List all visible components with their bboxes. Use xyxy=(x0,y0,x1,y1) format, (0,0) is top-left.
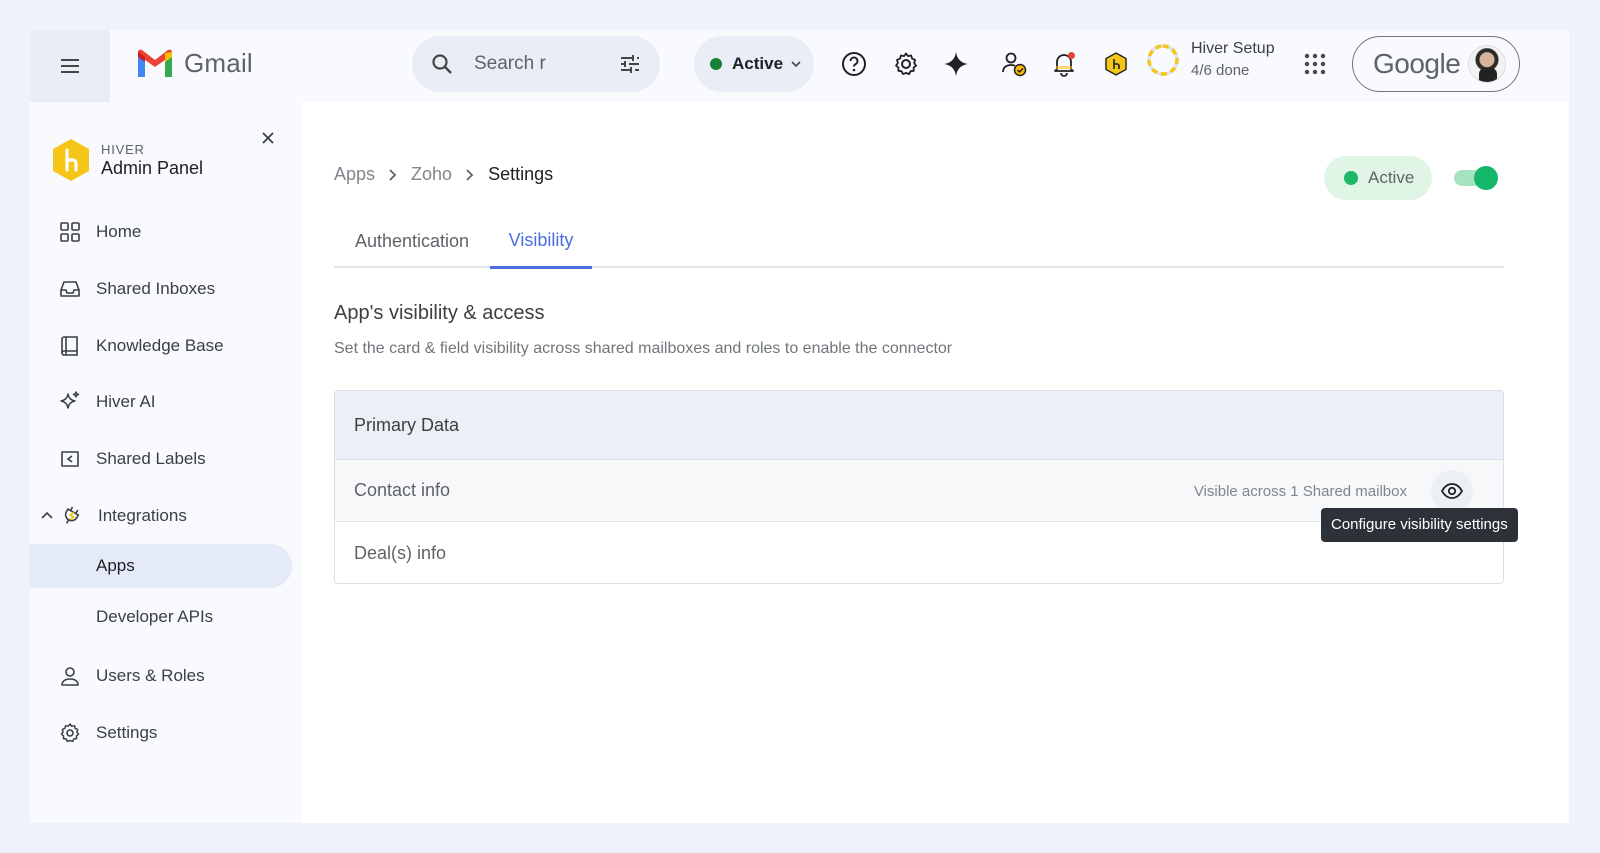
sparkle-icon xyxy=(944,52,968,76)
breadcrumb: Apps Zoho Settings xyxy=(334,164,553,185)
gmail-logo[interactable]: Gmail xyxy=(136,48,253,79)
avatar xyxy=(1468,45,1507,83)
book-icon xyxy=(61,336,78,356)
app-active-toggle[interactable] xyxy=(1454,166,1500,190)
status-badge: Active xyxy=(1324,156,1432,200)
hiver-setup-progress[interactable]: Hiver Setup 4/6 done xyxy=(1145,40,1275,79)
primary-data-card: Primary Data Contact info Visible across… xyxy=(334,390,1504,584)
status-badge-label: Active xyxy=(1368,168,1415,187)
breadcrumb-zoho[interactable]: Zoho xyxy=(411,164,452,185)
sidebar-item-integrations[interactable]: Integrations xyxy=(30,494,292,538)
tab-authentication[interactable]: Authentication xyxy=(334,214,490,268)
sidebar-item-label: Hiver AI xyxy=(96,392,156,411)
tab-visibility[interactable]: Visibility xyxy=(490,214,592,269)
gemini-button[interactable] xyxy=(936,44,976,84)
sidebar-item-home[interactable]: Home xyxy=(30,210,292,254)
hiver-button[interactable] xyxy=(1096,44,1136,84)
search-icon xyxy=(432,54,452,74)
main-menu-button[interactable] xyxy=(30,30,110,102)
user-icon xyxy=(61,667,79,686)
google-wordmark: Google xyxy=(1373,48,1461,79)
toggle-knob xyxy=(1474,166,1498,190)
progress-ring-icon xyxy=(1147,43,1179,76)
sidebar-item-label: Home xyxy=(96,222,142,241)
help-icon xyxy=(842,52,866,76)
sidebar-item-users-roles[interactable]: Users & Roles xyxy=(30,654,292,698)
row-label: Deal(s) info xyxy=(354,542,447,563)
status-label: Active xyxy=(732,54,784,73)
status-dropdown[interactable]: Active xyxy=(694,36,814,92)
eye-icon xyxy=(1440,483,1464,499)
search-bar[interactable]: Search r xyxy=(412,36,660,92)
google-account-button[interactable]: Google xyxy=(1352,36,1520,92)
status-dot xyxy=(1344,171,1358,185)
search-options-button[interactable] xyxy=(618,52,642,76)
bell-icon xyxy=(1054,52,1075,77)
panel-title: Admin Panel xyxy=(101,157,204,178)
grid-icon xyxy=(60,222,80,242)
close-panel-button[interactable] xyxy=(256,126,280,150)
label-icon xyxy=(61,451,79,467)
search-input[interactable]: Search r xyxy=(474,53,548,75)
app-window: Gmail Search r Active Hiver Setup 4/6 do… xyxy=(30,30,1569,823)
user-check-icon xyxy=(1002,52,1027,77)
sidebar-item-label: Developer APIs xyxy=(96,607,214,626)
admin-sidebar: HIVER Admin Panel Home Shared Inboxes Kn… xyxy=(30,102,302,823)
sidebar-item-label: Integrations xyxy=(98,506,187,525)
gear-icon xyxy=(60,723,80,743)
sidebar-item-settings[interactable]: Settings xyxy=(30,711,292,755)
plug-icon xyxy=(64,506,80,524)
sidebar-item-label: Shared Labels xyxy=(96,449,206,468)
brand-label: HIVER xyxy=(101,141,145,157)
apps-grid-icon xyxy=(1304,53,1326,75)
hiver-brand: HIVER Admin Panel xyxy=(51,138,203,182)
sidebar-item-hiver-ai[interactable]: Hiver AI xyxy=(30,380,292,424)
gear-icon xyxy=(895,52,917,75)
section-title: App's visibility & access xyxy=(334,302,545,324)
visibility-summary: Visible across 1 Shared mailbox xyxy=(1193,482,1407,500)
configure-visibility-button[interactable] xyxy=(1431,470,1473,512)
chevron-up-icon xyxy=(41,511,53,519)
gmail-top-bar: Gmail Search r Active Hiver Setup 4/6 do… xyxy=(30,30,1569,102)
chevron-right-icon xyxy=(466,168,474,181)
row-label: Contact info xyxy=(354,480,451,500)
notifications-button[interactable] xyxy=(1044,44,1084,84)
help-button[interactable] xyxy=(834,44,874,84)
setup-progress-text: 4/6 done xyxy=(1191,62,1250,79)
tune-icon xyxy=(621,55,639,73)
breadcrumb-apps[interactable]: Apps xyxy=(334,164,375,185)
sidebar-item-label: Knowledge Base xyxy=(96,336,224,355)
inbox-icon xyxy=(60,281,80,297)
sidebar-item-knowledge-base[interactable]: Knowledge Base xyxy=(30,324,292,368)
sidebar-item-label: Users & Roles xyxy=(96,666,205,685)
settings-button[interactable] xyxy=(886,44,926,84)
sidebar-item-label: Settings xyxy=(96,723,158,742)
gmail-m-icon xyxy=(138,49,172,77)
status-dot xyxy=(710,58,722,70)
hiver-icon xyxy=(1105,52,1127,76)
menu-icon xyxy=(61,59,79,73)
sidebar-item-shared-labels[interactable]: Shared Labels xyxy=(30,437,292,481)
breadcrumb-settings: Settings xyxy=(488,164,554,184)
close-icon xyxy=(262,132,274,144)
settings-tabs: Authentication Visibility xyxy=(334,214,1504,269)
card-header: Primary Data xyxy=(335,391,1503,460)
assignee-button[interactable] xyxy=(994,44,1034,84)
hiver-logo-icon xyxy=(53,139,89,181)
settings-main-panel: Apps Zoho Settings Active Authentication… xyxy=(302,102,1569,823)
chevron-right-icon xyxy=(389,168,397,181)
google-apps-button[interactable] xyxy=(1295,44,1335,84)
sidebar-item-label: Apps xyxy=(96,556,135,575)
sidebar-item-apps[interactable]: Apps xyxy=(30,544,292,588)
setup-title: Hiver Setup xyxy=(1191,40,1275,57)
sparkle-icon xyxy=(60,391,80,409)
sidebar-item-shared-inboxes[interactable]: Shared Inboxes xyxy=(30,267,292,311)
chevron-down-icon xyxy=(791,61,801,68)
sidebar-item-label: Shared Inboxes xyxy=(96,279,216,298)
gmail-wordmark: Gmail xyxy=(184,48,253,78)
tooltip: Configure visibility settings xyxy=(1321,508,1518,542)
sidebar-item-developer-apis[interactable]: Developer APIs xyxy=(30,595,292,639)
section-description: Set the card & field visibility across s… xyxy=(334,340,953,357)
